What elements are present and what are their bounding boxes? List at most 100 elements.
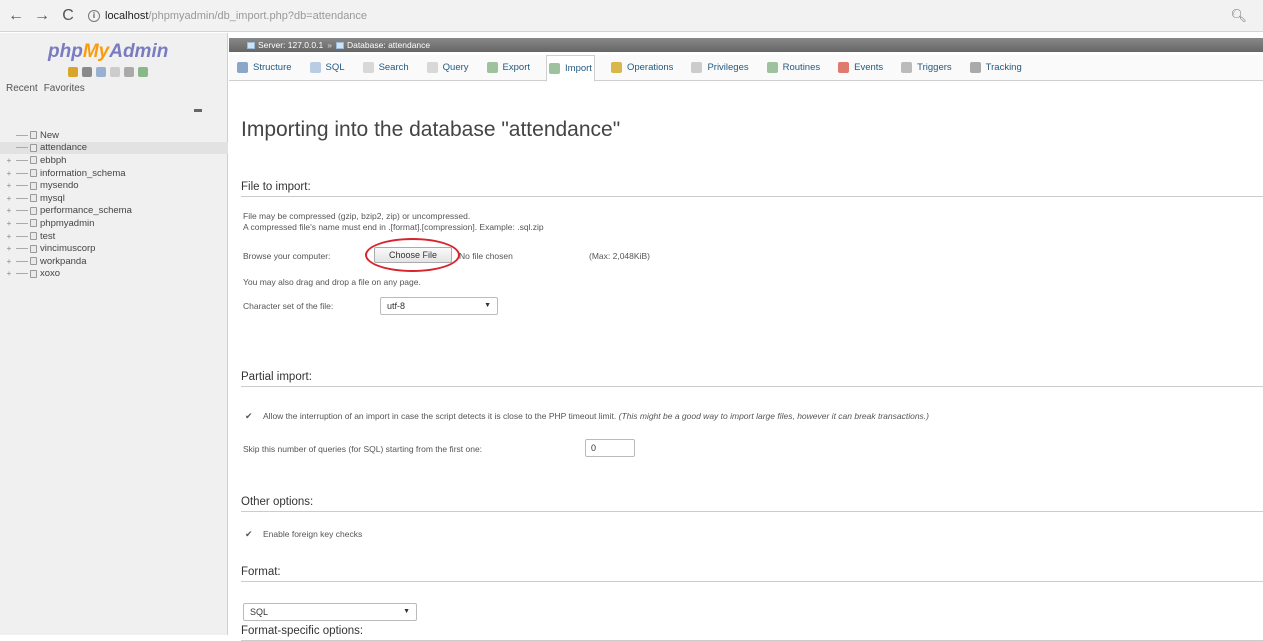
foreign-key-checkbox[interactable]: ✔	[245, 530, 254, 539]
breadcrumb-database[interactable]: Database: attendance	[347, 40, 430, 50]
tree-item[interactable]: + ebbph	[0, 154, 228, 167]
url-path: /phpmyadmin/db_import.php?db=attendance	[148, 9, 368, 22]
tab-query[interactable]: Query	[425, 55, 471, 81]
tab-label: Privileges	[707, 62, 749, 73]
phpmyadmin-logo[interactable]: phpMyAdmin	[48, 41, 168, 63]
expander-icon[interactable]: +	[4, 156, 14, 165]
zoom-icon[interactable]: 🔍︎	[1230, 8, 1247, 24]
tab-label: Tracking	[985, 62, 1022, 73]
allow-interrupt-checkbox[interactable]: ✔	[245, 412, 254, 421]
expander-icon[interactable]: +	[4, 269, 14, 278]
expander-icon[interactable]: +	[4, 194, 14, 203]
database-icon	[30, 269, 37, 278]
tab-search[interactable]: Search	[361, 55, 411, 81]
tree-item[interactable]: + workpanda	[0, 255, 228, 268]
charset-value: utf-8	[387, 301, 406, 311]
tracking-icon	[969, 62, 981, 73]
reload-nav-icon[interactable]	[138, 67, 148, 77]
tree-item[interactable]: + phpmyadmin	[0, 217, 228, 230]
skip-queries-input[interactable]: 0	[585, 439, 635, 457]
tab-label: Query	[442, 62, 469, 73]
tree-item[interactable]: + test	[0, 230, 228, 243]
database-icon	[30, 181, 37, 190]
format-select[interactable]: SQL ▼	[243, 603, 417, 621]
tab-label: Operations	[626, 62, 674, 73]
expander-icon[interactable]: +	[4, 244, 14, 253]
tree-line	[16, 185, 28, 187]
settings-icon[interactable]	[124, 67, 134, 77]
tree-item[interactable]: New	[0, 129, 228, 142]
info-icon[interactable]: i	[88, 9, 100, 22]
tree-item-label: vincimuscorp	[40, 243, 96, 255]
tree-item[interactable]: + information_schema	[0, 167, 228, 180]
tree-item-label: ebbph	[40, 154, 67, 166]
database-icon	[30, 143, 37, 152]
foreign-key-label: Enable foreign key checks	[263, 529, 363, 539]
docs-icon[interactable]	[110, 67, 120, 77]
tab-label: Import	[565, 62, 592, 74]
favorites-link[interactable]: Favorites	[44, 83, 85, 94]
section-partial-import: Partial import:	[241, 371, 1263, 387]
tree-item-label: attendance	[40, 142, 88, 154]
operations-icon	[610, 62, 622, 73]
back-icon[interactable]: ←	[6, 6, 26, 26]
tree-item[interactable]: + xoxo	[0, 268, 228, 281]
events-icon	[838, 62, 850, 73]
database-icon	[30, 244, 37, 253]
tree-line	[16, 273, 28, 275]
database-icon	[30, 232, 37, 241]
server-icon	[247, 41, 255, 49]
tree-line	[16, 222, 28, 224]
tree-line	[16, 159, 28, 161]
max-size-text: (Max: 2,048KiB)	[589, 251, 650, 261]
address-bar[interactable]: i localhost/phpmyadmin/db_import.php?db=…	[88, 5, 367, 27]
expander-icon[interactable]: +	[4, 219, 14, 228]
expander-icon[interactable]: +	[4, 181, 14, 190]
tree-item[interactable]: + vincimuscorp	[0, 242, 228, 255]
collapse-icon[interactable]	[194, 109, 202, 112]
compression-hint: File may be compressed (gzip, bzip2, zip…	[243, 211, 471, 221]
tab-export[interactable]: Export	[485, 55, 532, 81]
tab-events[interactable]: Events	[836, 55, 885, 81]
no-file-text: No file chosen	[459, 251, 513, 261]
tree-item[interactable]: + mysendo	[0, 179, 228, 192]
tree-line	[16, 210, 28, 212]
breadcrumb: Server: 127.0.0.1 » Database: attendance	[229, 38, 1263, 52]
breadcrumb-server[interactable]: Server: 127.0.0.1	[258, 40, 323, 50]
tree-item-label: mysql	[40, 192, 65, 204]
tab-structure[interactable]: Structure	[235, 55, 294, 81]
expander-icon[interactable]: +	[4, 169, 14, 178]
tab-label: Search	[378, 62, 409, 73]
expander-icon[interactable]: +	[4, 206, 14, 215]
tree-item-label: workpanda	[40, 255, 87, 267]
home-icon[interactable]	[68, 67, 78, 77]
tab-privileges[interactable]: Privileges	[689, 55, 750, 81]
tab-routines[interactable]: Routines	[765, 55, 823, 81]
tab-tracking[interactable]: Tracking	[968, 55, 1024, 81]
database-icon	[335, 41, 344, 49]
database-icon	[30, 156, 37, 165]
charset-select[interactable]: utf-8 ▼	[380, 297, 498, 315]
forward-icon[interactable]: →	[32, 6, 52, 26]
tab-label: Structure	[253, 62, 292, 73]
recent-link[interactable]: Recent	[6, 83, 38, 94]
expander-icon[interactable]: +	[4, 232, 14, 241]
tab-label: Export	[502, 62, 531, 73]
tree-item[interactable]: + mysql	[0, 192, 228, 205]
help-icon[interactable]	[96, 67, 106, 77]
tab-sql[interactable]: SQL	[308, 55, 347, 81]
allow-interrupt-note: (This might be a good way to import larg…	[618, 411, 930, 421]
red-highlight-circle	[365, 238, 460, 272]
expander-icon[interactable]: +	[4, 257, 14, 266]
tab-import[interactable]: Import	[546, 54, 595, 82]
reload-icon[interactable]: C	[58, 6, 78, 26]
tree-item[interactable]: attendance	[0, 141, 228, 155]
tree-item-label: information_schema	[40, 167, 126, 179]
logout-icon[interactable]	[82, 67, 92, 77]
tree-item[interactable]: + performance_schema	[0, 205, 228, 218]
tab-operations[interactable]: Operations	[609, 55, 675, 81]
tree-item-label: performance_schema	[40, 205, 132, 217]
section-format: Format:	[241, 566, 1263, 582]
triggers-icon	[901, 62, 913, 73]
tab-triggers[interactable]: Triggers	[899, 55, 954, 81]
